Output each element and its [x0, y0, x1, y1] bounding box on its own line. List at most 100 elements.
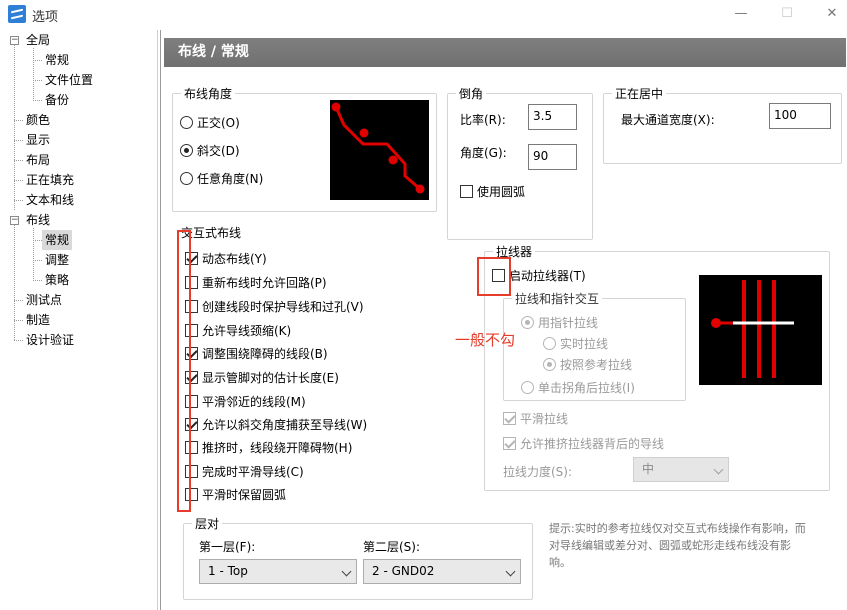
snap-diagonal-label: 允许以斜交角度捕获至导线(W)	[202, 417, 368, 432]
annotation-highlight-checkboxes	[177, 230, 191, 512]
first-layer-value: 1 - Top	[208, 564, 248, 578]
tree-item-test-points[interactable]: 测试点	[26, 290, 62, 310]
allow-push-label: 允许推挤拉线器背后的导线	[520, 436, 665, 451]
use-arc-label: 使用圆弧	[477, 184, 526, 199]
radio-reference-pull[interactable]: 按照参考拉线	[543, 355, 632, 373]
pull-strength-select[interactable]: 中	[633, 457, 729, 482]
ratio-input[interactable]: 3.5	[528, 104, 577, 130]
title-bar: 选项 — ☐ ✕	[0, 0, 847, 30]
smooth-on-complete-checkbox[interactable]: 完成时平滑导线(C)	[185, 462, 304, 480]
allow-loops-checkbox[interactable]: 重新布线时允许回路(P)	[185, 273, 327, 291]
second-layer-value: 2 - GND02	[372, 564, 435, 578]
protect-traces-vias-checkbox[interactable]: 创建线段时保护导线和过孔(V)	[185, 297, 364, 315]
radio-label: 按照参考拉线	[560, 357, 633, 372]
radio-corner-pull[interactable]: 单击拐角后拉线(I)	[521, 378, 635, 396]
minimize-button[interactable]: —	[731, 4, 751, 24]
radio-pointer-pull[interactable]: 用指针拉线	[521, 313, 598, 331]
tree-item-text-lines[interactable]: 文本和线	[26, 190, 74, 210]
layer-pair-group: 层对 第一层(F): 1 - Top 第二层(S): 2 - GND02	[183, 515, 533, 600]
tree-item-routing-general[interactable]: 常规	[42, 230, 73, 250]
close-button[interactable]: ✕	[822, 4, 842, 24]
adjust-segments-obstacles-label: 调整围绕障碍的线段(B)	[202, 346, 328, 361]
tree-item-pour[interactable]: 正在填充	[26, 170, 74, 190]
push-around-obstacles-label: 推挤时，线段绕开障碍物(H)	[202, 440, 353, 455]
pull-interaction-title: 拉线和指针交互	[512, 290, 603, 307]
tree-item-routing[interactable]: 布线	[26, 210, 50, 230]
collapse-toggle-global[interactable]: −	[10, 36, 19, 45]
radio-label: 正交(O)	[197, 115, 240, 130]
enable-puller-label: 启动拉线器(T)	[509, 268, 586, 283]
checkbox-square[interactable]	[503, 411, 516, 425]
radio-circle[interactable]	[180, 171, 193, 185]
smooth-pull-checkbox[interactable]: 平滑拉线	[503, 409, 568, 427]
keep-arcs-on-smooth-checkbox[interactable]: 平滑时保留圆弧	[185, 485, 286, 503]
first-layer-label: 第一层(F):	[199, 540, 256, 554]
layer-pair-title: 层对	[192, 515, 223, 532]
first-layer-select[interactable]: 1 - Top	[199, 559, 357, 584]
window-title: 选项	[32, 10, 59, 25]
tree-item-routing-adjust[interactable]: 调整	[45, 250, 69, 270]
smooth-adjacent-segments-checkbox[interactable]: 平滑邻近的线段(M)	[185, 392, 306, 410]
checkbox-square[interactable]	[503, 436, 516, 450]
show-pin-pair-length-checkbox[interactable]: 显示管脚对的估计长度(E)	[185, 368, 339, 386]
radio-circle[interactable]	[180, 143, 193, 157]
maximize-button[interactable]: ☐	[777, 4, 797, 24]
radio-any-angle[interactable]: 任意角度(N)	[180, 169, 263, 187]
app-icon	[8, 5, 26, 23]
max-channel-input[interactable]: 100	[769, 103, 831, 129]
allow-push-checkbox[interactable]: 允许推挤拉线器背后的导线	[503, 434, 664, 452]
tree-item-backup[interactable]: 备份	[45, 90, 69, 110]
tree-item-manufacturing[interactable]: 制造	[26, 310, 50, 330]
checkbox-square[interactable]	[460, 184, 473, 198]
tree-item-global[interactable]: 全局	[26, 30, 50, 50]
snap-diagonal-checkbox[interactable]: 允许以斜交角度捕获至导线(W)	[185, 415, 367, 433]
tree-item-routing-strategy[interactable]: 策略	[45, 270, 69, 290]
angle-input[interactable]: 90	[528, 144, 577, 170]
tree-item-colors[interactable]: 颜色	[26, 110, 50, 130]
radio-label: 任意角度(N)	[197, 171, 264, 186]
content-area: 布线 / 常规 布线角度 正交(O) 斜交(D) 任意角度(N) 倒角 比率(R…	[160, 30, 847, 610]
adjust-segments-obstacles-checkbox[interactable]: 调整围绕障碍的线段(B)	[185, 344, 328, 362]
page-title: 布线 / 常规	[164, 38, 846, 67]
puller-group: 拉线器 启动拉线器(T) 拉线和指针交互 用指针拉线 实时拉线 按照参考拉线 单…	[484, 243, 830, 491]
tree-item-global-general[interactable]: 常规	[45, 50, 69, 70]
tree-item-file-locations[interactable]: 文件位置	[45, 70, 93, 90]
allow-necking-checkbox[interactable]: 允许导线颈缩(K)	[185, 321, 291, 339]
pull-strength-value: 中	[642, 462, 655, 476]
allow-necking-label: 允许导线颈缩(K)	[202, 323, 292, 338]
radio-circle[interactable]	[543, 336, 556, 350]
annotation-text: 一般不勾	[455, 331, 516, 349]
tree-item-layout[interactable]: 布局	[26, 150, 50, 170]
show-pin-pair-length-label: 显示管脚对的估计长度(E)	[202, 370, 339, 385]
radio-circle[interactable]	[180, 115, 193, 129]
radio-label: 斜交(D)	[197, 143, 240, 158]
second-layer-label: 第二层(S):	[363, 540, 421, 554]
radio-circle[interactable]	[521, 315, 534, 329]
second-layer-select[interactable]: 2 - GND02	[363, 559, 521, 584]
dynamic-routing-label: 动态布线(Y)	[202, 251, 267, 266]
hint-text: 提示:实时的参考拉线仅对交互式布线操作有影响，而对导线编辑或差分对、圆弧或蛇形走…	[549, 522, 806, 569]
radio-realtime-pull[interactable]: 实时拉线	[543, 334, 608, 352]
radio-diagonal[interactable]: 斜交(D)	[180, 141, 240, 159]
radio-circle[interactable]	[521, 380, 534, 394]
push-around-obstacles-checkbox[interactable]: 推挤时，线段绕开障碍物(H)	[185, 438, 352, 456]
tree-item-design-verification[interactable]: 设计验证	[26, 330, 74, 350]
smooth-on-complete-label: 完成时平滑导线(C)	[202, 464, 304, 479]
radio-circle[interactable]	[543, 357, 556, 371]
keep-arcs-on-smooth-label: 平滑时保留圆弧	[202, 487, 287, 502]
pull-interaction-group: 拉线和指针交互 用指针拉线 实时拉线 按照参考拉线 单击拐角后拉线(I)	[503, 290, 686, 401]
pull-strength-label: 拉线力度(S):	[503, 465, 573, 479]
tree-item-display[interactable]: 显示	[26, 130, 50, 150]
radio-orthogonal[interactable]: 正交(O)	[180, 113, 240, 131]
dynamic-routing-checkbox[interactable]: 动态布线(Y)	[185, 249, 267, 267]
angle-label: 角度(G):	[460, 146, 507, 160]
miter-group: 倒角 比率(R): 3.5 角度(G): 90 使用圆弧	[447, 85, 593, 240]
puller-preview	[699, 275, 822, 385]
radio-label: 实时拉线	[560, 336, 609, 351]
use-arc-checkbox[interactable]: 使用圆弧	[460, 182, 525, 200]
miter-title: 倒角	[456, 85, 487, 102]
radio-label: 用指针拉线	[538, 315, 599, 330]
collapse-toggle-routing[interactable]: −	[10, 216, 19, 225]
smooth-pull-label: 平滑拉线	[520, 411, 569, 426]
annotation-highlight-puller	[477, 257, 511, 296]
